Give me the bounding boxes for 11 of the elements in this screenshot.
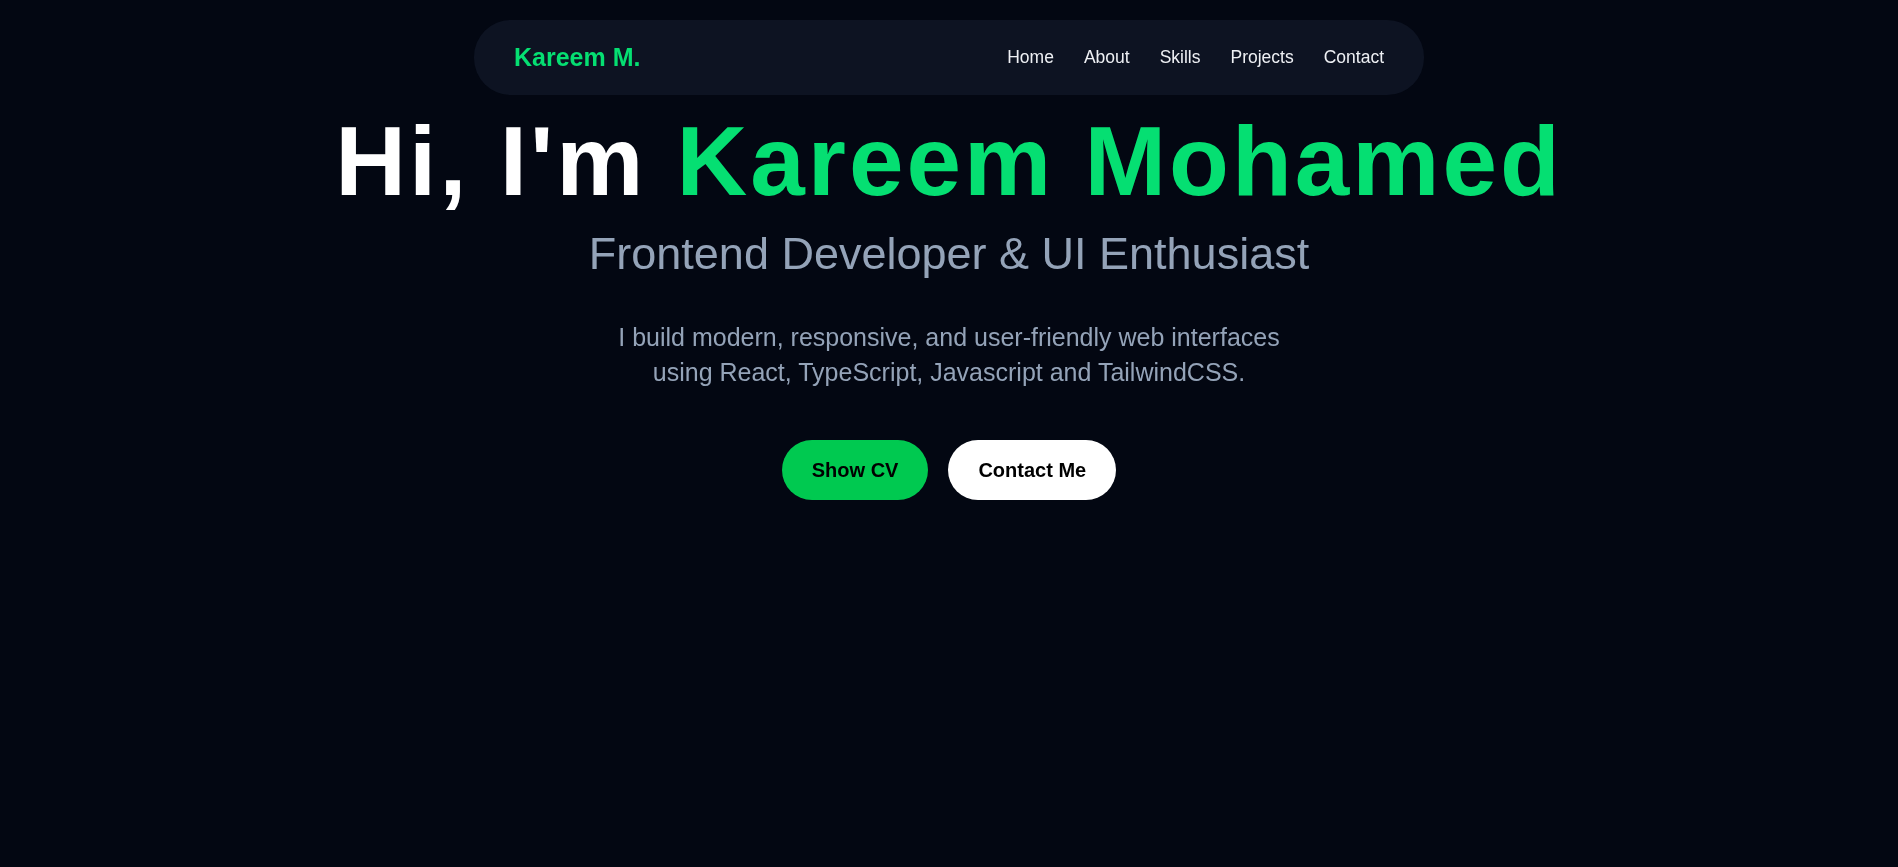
hero-description: I build modern, responsive, and user-friendly web interfaces using React, TypeScript, Javascript and TailwindCSS.	[617, 322, 1281, 388]
cv-button[interactable]: Show CV	[781, 440, 929, 500]
nav-link[interactable]: Skills	[1159, 40, 1201, 75]
brand-logo[interactable]: Kareem M.	[514, 40, 641, 75]
nav-link[interactable]: Projects	[1230, 40, 1294, 75]
hero-heading: Hi, I'm Kareem Mohamed	[335, 113, 1563, 209]
nav-link[interactable]: About	[1083, 40, 1130, 75]
nav-link[interactable]: Home	[1007, 40, 1054, 75]
hero-subtitle: Frontend Developer & UI Enthusiast	[588, 227, 1310, 281]
nav-link[interactable]: Contact	[1323, 40, 1384, 75]
contact-button[interactable]: Contact Me	[948, 440, 1117, 500]
